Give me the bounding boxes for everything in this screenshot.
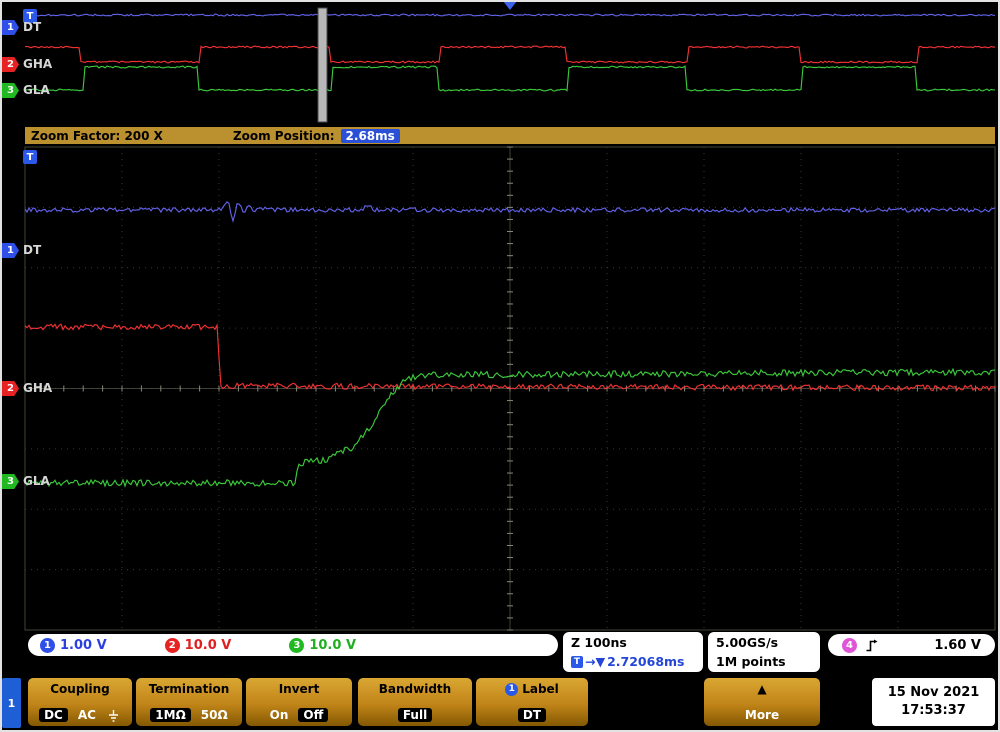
termination-button[interactable]: Termination 1MΩ 50Ω: [136, 678, 242, 726]
main-ch1-label: DT: [23, 243, 41, 257]
ground-icon[interactable]: [106, 709, 121, 722]
invert-option-on[interactable]: On: [270, 708, 289, 722]
more-arrow-icon: ▲: [757, 682, 766, 696]
overview-ch3-label: GLA: [23, 83, 50, 97]
termination-option-50ohm[interactable]: 50Ω: [201, 708, 228, 722]
record-length-text: 1M points: [716, 654, 812, 669]
overview-ch1-label: DT: [23, 20, 41, 34]
zoom-position-label: Zoom Position:: [233, 129, 335, 143]
termination-title: Termination: [149, 682, 230, 696]
channel1-menu-tab[interactable]: 1: [2, 678, 21, 728]
waveform-display-svg: [0, 0, 1000, 732]
zoom-info-bar: Zoom Factor: 200 X Zoom Position: 2.68ms: [25, 127, 995, 144]
ch1-badge: 1: [40, 638, 55, 653]
more-button[interactable]: ▲ More: [704, 678, 820, 726]
zoom-factor-text: Zoom Factor: 200 X: [31, 129, 163, 143]
coupling-option-dc[interactable]: DC: [39, 708, 68, 722]
bandwidth-button[interactable]: Bandwidth Full: [358, 678, 472, 726]
overview-ch2-label: GHA: [23, 57, 52, 71]
ch3-badge: 3: [289, 638, 304, 653]
sample-rate-text: 5.00GS/s: [716, 635, 812, 650]
rising-edge-icon: [865, 639, 878, 652]
bandwidth-option-full[interactable]: Full: [398, 708, 432, 722]
trigger-readout: 4 1.60 V: [828, 634, 995, 656]
trigger-arrows-icon: →▼: [585, 654, 605, 669]
horizontal-readout: Z 100ns T →▼ 2.72068ms: [563, 632, 703, 672]
time-text: 17:53:37: [901, 702, 966, 720]
ch4-badge: 4: [842, 638, 857, 653]
oscilloscope-screen: T 1 DT 2 GHA 3 GLA Zoom Factor: 200 X Zo…: [0, 0, 1000, 732]
zoom-position-value: 2.68ms: [341, 129, 400, 143]
ch2-scale-value: 10.0 V: [185, 638, 232, 653]
label-title: Label: [522, 682, 559, 696]
trigger-level-value: 1.60 V: [934, 638, 981, 653]
trigger-position-marker-icon[interactable]: [503, 1, 517, 10]
channel-scales-readout: 1 1.00 V 2 10.0 V 3 10.0 V: [28, 634, 558, 656]
ch1-scale-value: 1.00 V: [60, 638, 107, 653]
acquisition-readout: 5.00GS/s 1M points: [708, 632, 820, 672]
datetime-box: 15 Nov 2021 17:53:37: [872, 678, 995, 726]
coupling-option-ac[interactable]: AC: [78, 708, 96, 722]
invert-button[interactable]: Invert On Off: [246, 678, 352, 726]
label-value[interactable]: DT: [518, 708, 546, 722]
coupling-button[interactable]: Coupling DC AC: [28, 678, 132, 726]
label-ch1-badge: 1: [505, 683, 518, 696]
invert-title: Invert: [279, 682, 320, 696]
main-trigger-source-icon: T: [23, 150, 37, 164]
ch3-scale-value: 10.0 V: [309, 638, 356, 653]
bandwidth-title: Bandwidth: [379, 682, 451, 696]
main-ch3-label: GLA: [23, 474, 50, 488]
trigger-time-icon: T: [571, 656, 583, 668]
coupling-title: Coupling: [50, 682, 110, 696]
main-ch2-label: GHA: [23, 381, 52, 395]
ch2-badge: 2: [165, 638, 180, 653]
invert-option-off[interactable]: Off: [298, 708, 328, 722]
termination-option-1mohm[interactable]: 1MΩ: [150, 708, 191, 722]
zoom-scale-text: Z 100ns: [571, 635, 695, 650]
more-label: More: [745, 708, 779, 722]
trigger-position-value: 2.72068ms: [607, 654, 684, 669]
label-button[interactable]: 1 Label DT: [476, 678, 588, 726]
date-text: 15 Nov 2021: [888, 684, 980, 702]
